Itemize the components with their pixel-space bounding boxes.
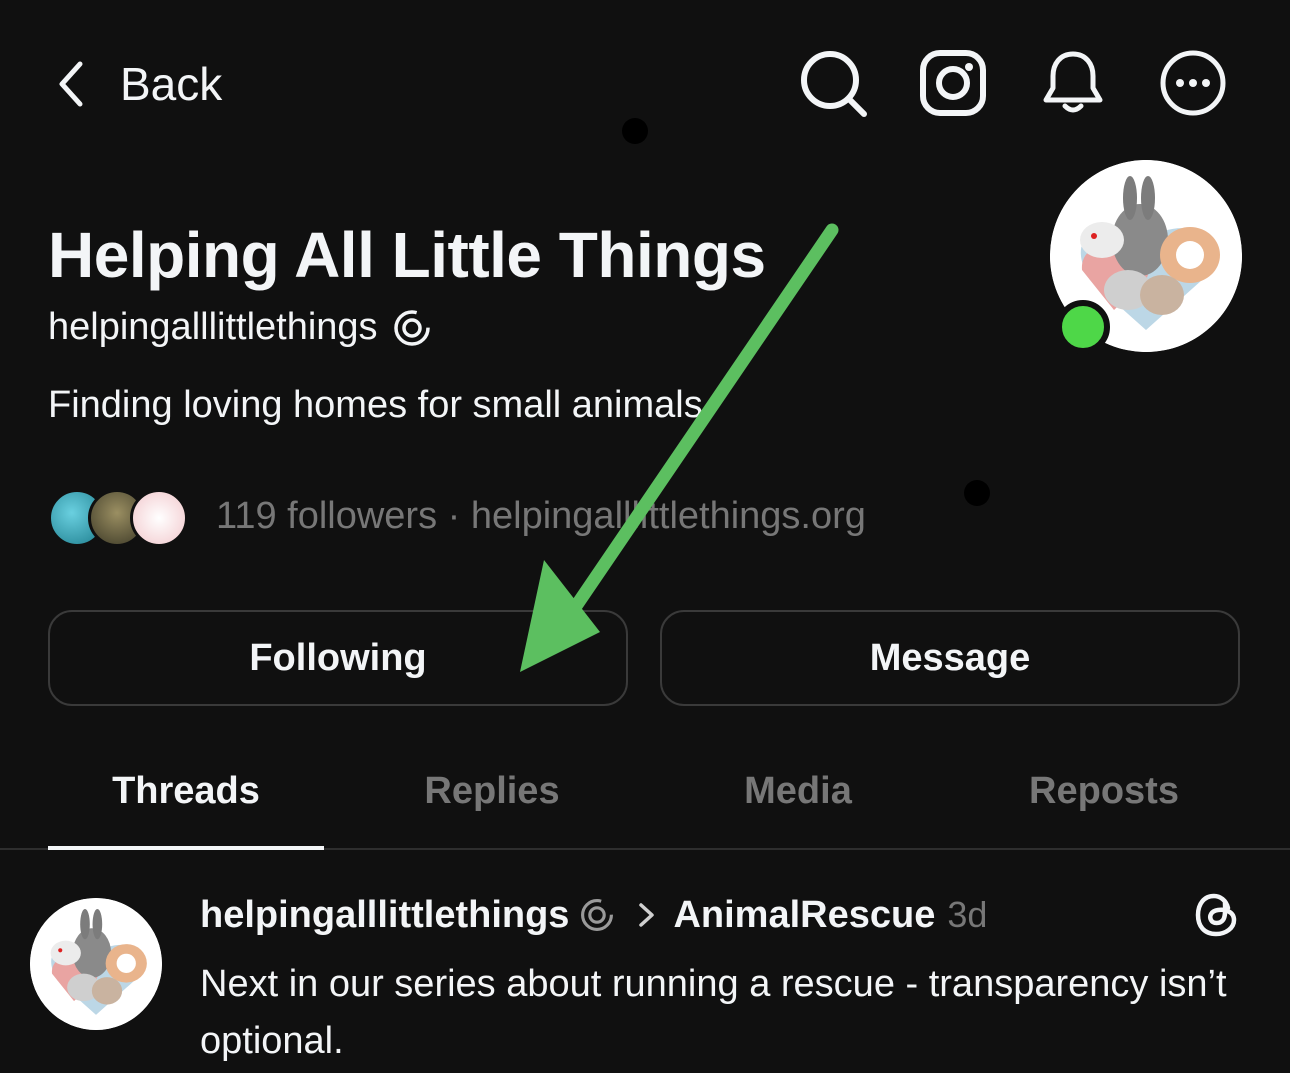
annotation-arrow: [520, 223, 839, 672]
